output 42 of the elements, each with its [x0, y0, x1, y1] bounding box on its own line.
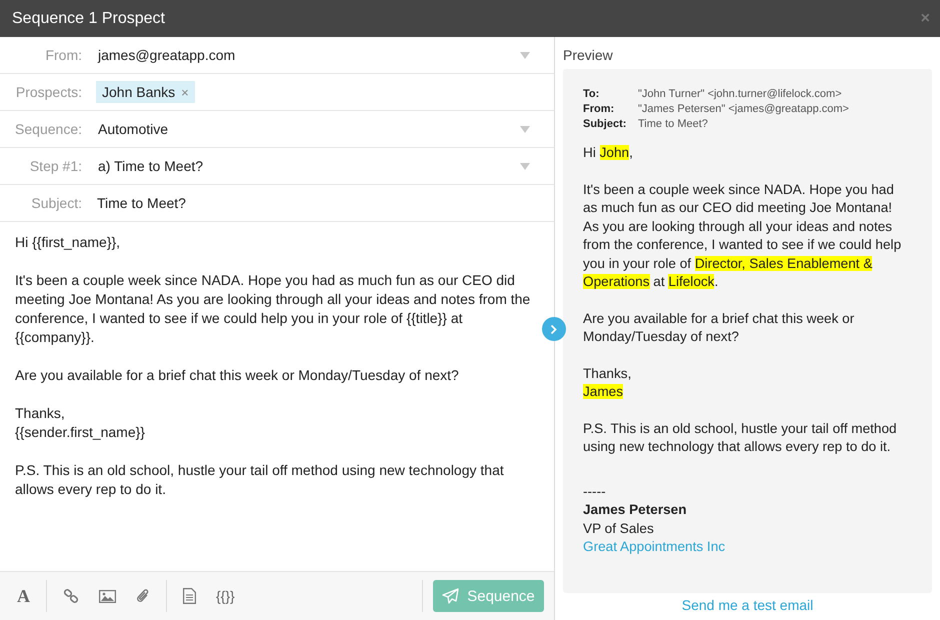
field-label: From: [44, 47, 83, 63]
test-email-link[interactable]: Send me a test email [563, 593, 932, 620]
field-label: Sequence: [14, 121, 83, 137]
message-paragraph: P.S. This is an old school, hustle your tail off method using new technology that allows every rep to do it. [15, 461, 505, 499]
header-label: To: [583, 87, 600, 102]
caret-icon [520, 162, 530, 170]
message-paragraph: Hi {{first_name}}, [15, 233, 122, 252]
dropdown[interactable]: james@greatapp.com [98, 47, 554, 63]
window-title: Sequence 1 Prospect [12, 10, 165, 28]
preview-paragraph: Are you available for a brief chat this week or Monday/Tuesday of next? [583, 310, 856, 346]
header-label: From: [583, 102, 616, 117]
paper-plane-icon [442, 588, 460, 604]
header-value: "John Turner" <john.turner@lifelock.com> [638, 87, 843, 102]
dropdown[interactable]: Automotive [98, 121, 554, 137]
field-label: Subject: [30, 195, 83, 211]
variable-button[interactable]: {{}} [216, 588, 235, 604]
message-paragraph: It's been a couple week since NADA. Hope you had as much fun as our CEO did meeting Joe Montana! As you are looking through all your ideas and notes from the conference, I wanted to see if we could help you in your role of {{title}} at {{company}}. [15, 271, 532, 347]
message-paragraph: Are you available for a brief chat this week or Monday/Tuesday of next? [15, 366, 460, 385]
message-paragraph: Thanks, {{sender.first_name}} [15, 404, 146, 442]
preview-heading: Preview [563, 46, 614, 65]
tag-label: John Banks [102, 84, 176, 100]
font-button[interactable]: A [17, 586, 30, 606]
header-label: Subject: [583, 117, 628, 132]
document-icon[interactable] [183, 588, 196, 604]
expand-button[interactable] [542, 317, 566, 341]
caret-icon [520, 126, 530, 132]
preview-paragraph: P.S. This is an old school, hustle your tail off method using new technology that allows every rep to do it. [583, 420, 898, 456]
paperclip-icon[interactable] [136, 588, 150, 604]
signature-rule: ----- [583, 482, 607, 500]
header-value: "James Petersen" <james@greatapp.com> [638, 102, 850, 117]
field-label: Prospects: [14, 84, 83, 100]
signature-role: VP of Sales [583, 520, 655, 538]
field-label: Step #1: [28, 158, 83, 174]
signature-name: James Petersen [583, 501, 688, 519]
image-icon[interactable] [99, 590, 116, 602]
remove-button[interactable]: × [181, 84, 189, 100]
preview-paragraph: Thanks, James [583, 364, 632, 401]
link-icon[interactable] [63, 588, 79, 604]
header-value: Time to Meet? [638, 117, 709, 132]
chevron-right-icon [550, 324, 558, 334]
dropdown[interactable]: a) Time to Meet? [98, 158, 554, 174]
caret-icon [520, 52, 530, 58]
